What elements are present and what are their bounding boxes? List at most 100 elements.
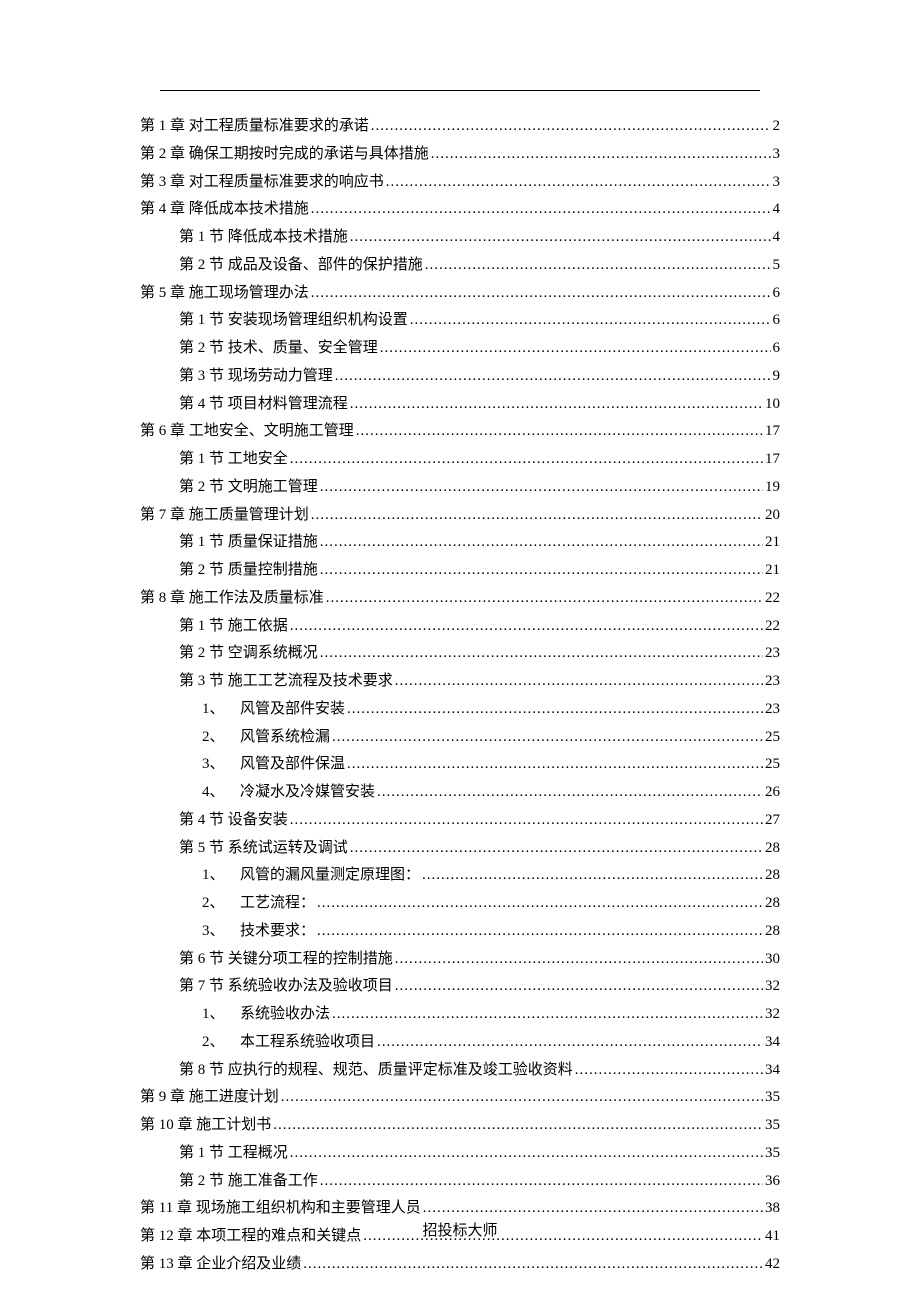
toc-leader-dots xyxy=(347,753,763,776)
toc-entry-title: 系统验收办法 xyxy=(240,1006,330,1022)
toc-entry-page: 6 xyxy=(773,337,781,360)
toc-entry-page: 4 xyxy=(773,226,781,249)
toc-entry-page: 28 xyxy=(765,864,780,887)
toc-entry[interactable]: 第 9 章 施工进度计划 35 xyxy=(140,1086,780,1109)
toc-entry[interactable]: 第 5 节 系统试运转及调试28 xyxy=(140,837,780,860)
toc-entry-page: 34 xyxy=(765,1059,780,1082)
toc-entry-title: 技术要求： xyxy=(240,923,315,939)
toc-leader-dots xyxy=(395,975,763,998)
toc-entry-label: 第 1 节 质量保证措施 xyxy=(179,531,318,554)
toc-entry[interactable]: 2、本工程系统验收项目 34 xyxy=(140,1031,780,1054)
toc-entry-page: 28 xyxy=(765,920,780,943)
toc-entry-label: 第 1 节 降低成本技术措施 xyxy=(179,226,348,249)
toc-entry-label: 4、冷凝水及冷媒管安装 xyxy=(202,781,375,804)
toc-entry-label: 第 4 节 项目材料管理流程 xyxy=(179,393,348,416)
toc-leader-dots xyxy=(350,226,771,249)
toc-leader-dots xyxy=(290,1142,763,1165)
toc-entry[interactable]: 第 11 章 现场施工组织机构和主要管理人员38 xyxy=(140,1197,780,1220)
toc-entry[interactable]: 第 5 章 施工现场管理办法6 xyxy=(140,282,780,305)
toc-leader-dots xyxy=(350,837,763,860)
toc-entry-label: 第 8 节 应执行的规程、规范、质量评定标准及竣工验收资料 xyxy=(179,1059,573,1082)
toc-entry-label: 第 1 节 安装现场管理组织机构设置 xyxy=(179,309,408,332)
header-rule xyxy=(160,90,760,91)
toc-entry[interactable]: 第 2 节 文明施工管理19 xyxy=(140,476,780,499)
toc-entry[interactable]: 1、系统验收办法32 xyxy=(140,1003,780,1026)
toc-entry[interactable]: 第 4 节 设备安装27 xyxy=(140,809,780,832)
toc-entry[interactable]: 第 1 节 工地安全17 xyxy=(140,448,780,471)
toc-entry-label: 第 11 章 现场施工组织机构和主要管理人员 xyxy=(140,1197,421,1220)
toc-leader-dots xyxy=(356,420,763,443)
toc-leader-dots xyxy=(386,171,771,194)
toc-entry[interactable]: 第 10 章 施工计划书35 xyxy=(140,1114,780,1137)
toc-entry[interactable]: 2、工艺流程：28 xyxy=(140,892,780,915)
toc-entry[interactable]: 第 1 节 质量保证措施 21 xyxy=(140,531,780,554)
toc-entry-number: 1、 xyxy=(202,698,240,721)
toc-entry[interactable]: 第 2 节 技术、质量、安全管理6 xyxy=(140,337,780,360)
toc-entry-label: 第 2 节 空调系统概况 xyxy=(179,642,318,665)
toc-entry[interactable]: 4、冷凝水及冷媒管安装26 xyxy=(140,781,780,804)
toc-entry[interactable]: 第 8 章 施工作法及质量标准22 xyxy=(140,587,780,610)
toc-entry[interactable]: 第 4 章 降低成本技术措施4 xyxy=(140,198,780,221)
toc-entry-label: 第 9 章 施工进度计划 xyxy=(140,1086,279,1109)
toc-entry[interactable]: 第 2 节 质量控制措施21 xyxy=(140,559,780,582)
toc-leader-dots xyxy=(425,254,771,277)
toc-leader-dots xyxy=(290,615,763,638)
toc-entry[interactable]: 第 2 节 施工准备工作36 xyxy=(140,1170,780,1193)
toc-leader-dots xyxy=(311,504,763,527)
toc-entry-label: 2、本工程系统验收项目 xyxy=(202,1031,375,1054)
toc-entry-page: 6 xyxy=(773,282,781,305)
toc-entry[interactable]: 第 8 节 应执行的规程、规范、质量评定标准及竣工验收资料 34 xyxy=(140,1059,780,1082)
toc-entry[interactable]: 第 6 节 关键分项工程的控制措施30 xyxy=(140,948,780,971)
toc-entry-label: 第 8 章 施工作法及质量标准 xyxy=(140,587,324,610)
toc-entry-label: 第 2 章 确保工期按时完成的承诺与具体措施 xyxy=(140,143,429,166)
toc-entry-label: 第 1 节 工地安全 xyxy=(179,448,288,471)
toc-entry-page: 35 xyxy=(765,1086,780,1109)
toc-entry-label: 第 6 章 工地安全、文明施工管理 xyxy=(140,420,354,443)
toc-entry-page: 21 xyxy=(765,531,780,554)
toc-entry-label: 第 1 章 对工程质量标准要求的承诺 xyxy=(140,115,369,138)
toc-entry[interactable]: 第 7 节 系统验收办法及验收项目32 xyxy=(140,975,780,998)
toc-entry-label: 第 4 章 降低成本技术措施 xyxy=(140,198,309,221)
toc-entry-page: 20 xyxy=(765,504,780,527)
toc-entry-label: 第 13 章 企业介绍及业绩 xyxy=(140,1253,301,1276)
toc-leader-dots xyxy=(317,892,763,915)
toc-entry[interactable]: 3、技术要求：28 xyxy=(140,920,780,943)
toc-entry-label: 第 1 节 工程概况 xyxy=(179,1142,288,1165)
toc-entry[interactable]: 第 3 章 对工程质量标准要求的响应书3 xyxy=(140,171,780,194)
toc-entry-page: 23 xyxy=(765,698,780,721)
toc-entry[interactable]: 第 1 节 施工依据22 xyxy=(140,615,780,638)
toc-entry[interactable]: 第 1 节 工程概况35 xyxy=(140,1142,780,1165)
toc-entry[interactable]: 2、风管系统检漏25 xyxy=(140,726,780,749)
toc-leader-dots xyxy=(350,393,763,416)
toc-entry-page: 34 xyxy=(765,1031,780,1054)
toc-entry[interactable]: 第 3 节 现场劳动力管理9 xyxy=(140,365,780,388)
toc-entry-number: 2、 xyxy=(202,892,240,915)
toc-entry[interactable]: 第 2 节 空调系统概况 23 xyxy=(140,642,780,665)
toc-entry-page: 19 xyxy=(765,476,780,499)
toc-entry[interactable]: 第 3 节 施工工艺流程及技术要求23 xyxy=(140,670,780,693)
toc-entry[interactable]: 第 4 节 项目材料管理流程10 xyxy=(140,393,780,416)
toc-leader-dots xyxy=(317,920,763,943)
toc-entry[interactable]: 3、风管及部件保温25 xyxy=(140,753,780,776)
toc-entry-number: 1、 xyxy=(202,864,240,887)
toc-entry[interactable]: 1、风管及部件安装 23 xyxy=(140,698,780,721)
toc-entry[interactable]: 第 6 章 工地安全、文明施工管理17 xyxy=(140,420,780,443)
toc-entry-label: 第 5 节 系统试运转及调试 xyxy=(179,837,348,860)
toc-leader-dots xyxy=(290,448,763,471)
toc-leader-dots xyxy=(320,559,763,582)
toc-entry-page: 23 xyxy=(765,642,780,665)
toc-entry[interactable]: 第 7 章 施工质量管理计划20 xyxy=(140,504,780,527)
toc-entry[interactable]: 第 2 节 成品及设备、部件的保护措施5 xyxy=(140,254,780,277)
toc-entry-label: 1、风管及部件安装 xyxy=(202,698,345,721)
toc-entry-page: 28 xyxy=(765,892,780,915)
toc-leader-dots xyxy=(410,309,771,332)
toc-entry[interactable]: 第 13 章 企业介绍及业绩42 xyxy=(140,1253,780,1276)
toc-entry[interactable]: 第 1 节 降低成本技术措施 4 xyxy=(140,226,780,249)
toc-entry-page: 6 xyxy=(773,309,781,332)
toc-entry[interactable]: 第 2 章 确保工期按时完成的承诺与具体措施3 xyxy=(140,143,780,166)
toc-entry[interactable]: 第 1 章 对工程质量标准要求的承诺2 xyxy=(140,115,780,138)
toc-leader-dots xyxy=(422,864,763,887)
toc-leader-dots xyxy=(332,1003,763,1026)
toc-entry[interactable]: 第 1 节 安装现场管理组织机构设置 6 xyxy=(140,309,780,332)
toc-entry[interactable]: 1、风管的漏风量测定原理图：28 xyxy=(140,864,780,887)
